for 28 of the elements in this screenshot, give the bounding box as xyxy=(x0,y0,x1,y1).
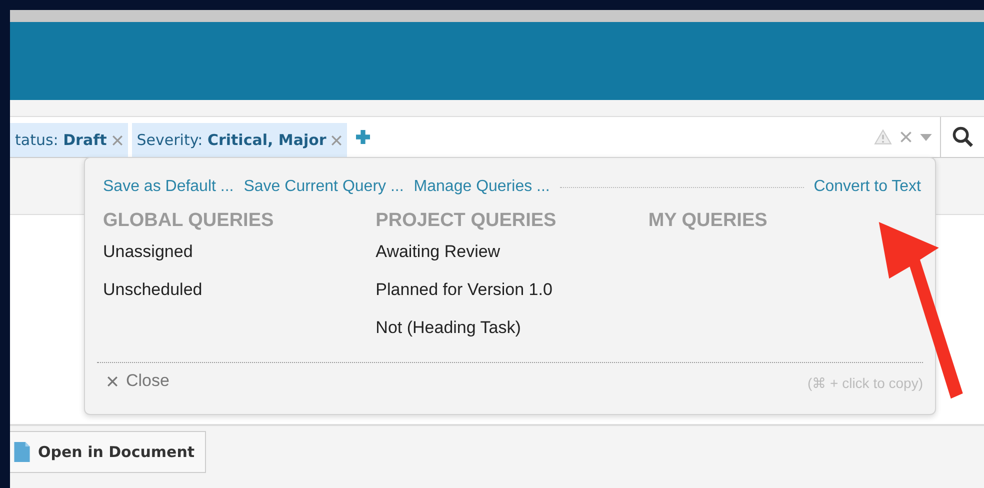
warning-icon xyxy=(874,129,892,145)
document-icon xyxy=(14,442,30,462)
filter-chip[interactable]: tatus: Draft xyxy=(10,123,128,157)
remove-icon[interactable] xyxy=(331,134,342,146)
caret-icon[interactable] xyxy=(920,134,932,140)
query-item[interactable]: Planned for Version 1.0 xyxy=(376,280,648,300)
query-item[interactable]: Unscheduled xyxy=(103,280,376,300)
column-heading: GLOBAL QUERIES xyxy=(103,210,275,232)
column-heading: PROJECT QUERIES xyxy=(376,210,558,232)
query-action-link[interactable]: Save as Default ... xyxy=(103,178,234,196)
query-action-link[interactable]: Save Current Query ... xyxy=(244,178,404,196)
close-button[interactable]: Close xyxy=(97,371,170,391)
add-icon[interactable] xyxy=(356,130,370,144)
convert-to-text-link[interactable]: Convert to Text xyxy=(814,178,921,196)
filter-text: Severity: Critical, Major xyxy=(136,131,326,149)
filter-chip[interactable]: Severity: Critical, Major xyxy=(132,123,348,157)
close-icon xyxy=(107,376,118,386)
copy-hint: (⌘ + click to copy) xyxy=(807,374,923,391)
query-action-link[interactable]: Manage Queries ... xyxy=(414,178,550,196)
clear-icon[interactable] xyxy=(900,131,912,143)
query-item[interactable]: Awaiting Review xyxy=(376,242,648,262)
search-icon xyxy=(952,126,974,148)
open-in-document-button[interactable]: Open in Document xyxy=(10,431,206,473)
query-item[interactable]: Unassigned xyxy=(103,242,376,262)
column-heading: MY QUERIES xyxy=(648,210,768,232)
filter-text: tatus: Draft xyxy=(15,131,107,149)
query-item[interactable]: Not (Heading Task) xyxy=(376,318,648,338)
remove-icon[interactable] xyxy=(112,134,123,146)
